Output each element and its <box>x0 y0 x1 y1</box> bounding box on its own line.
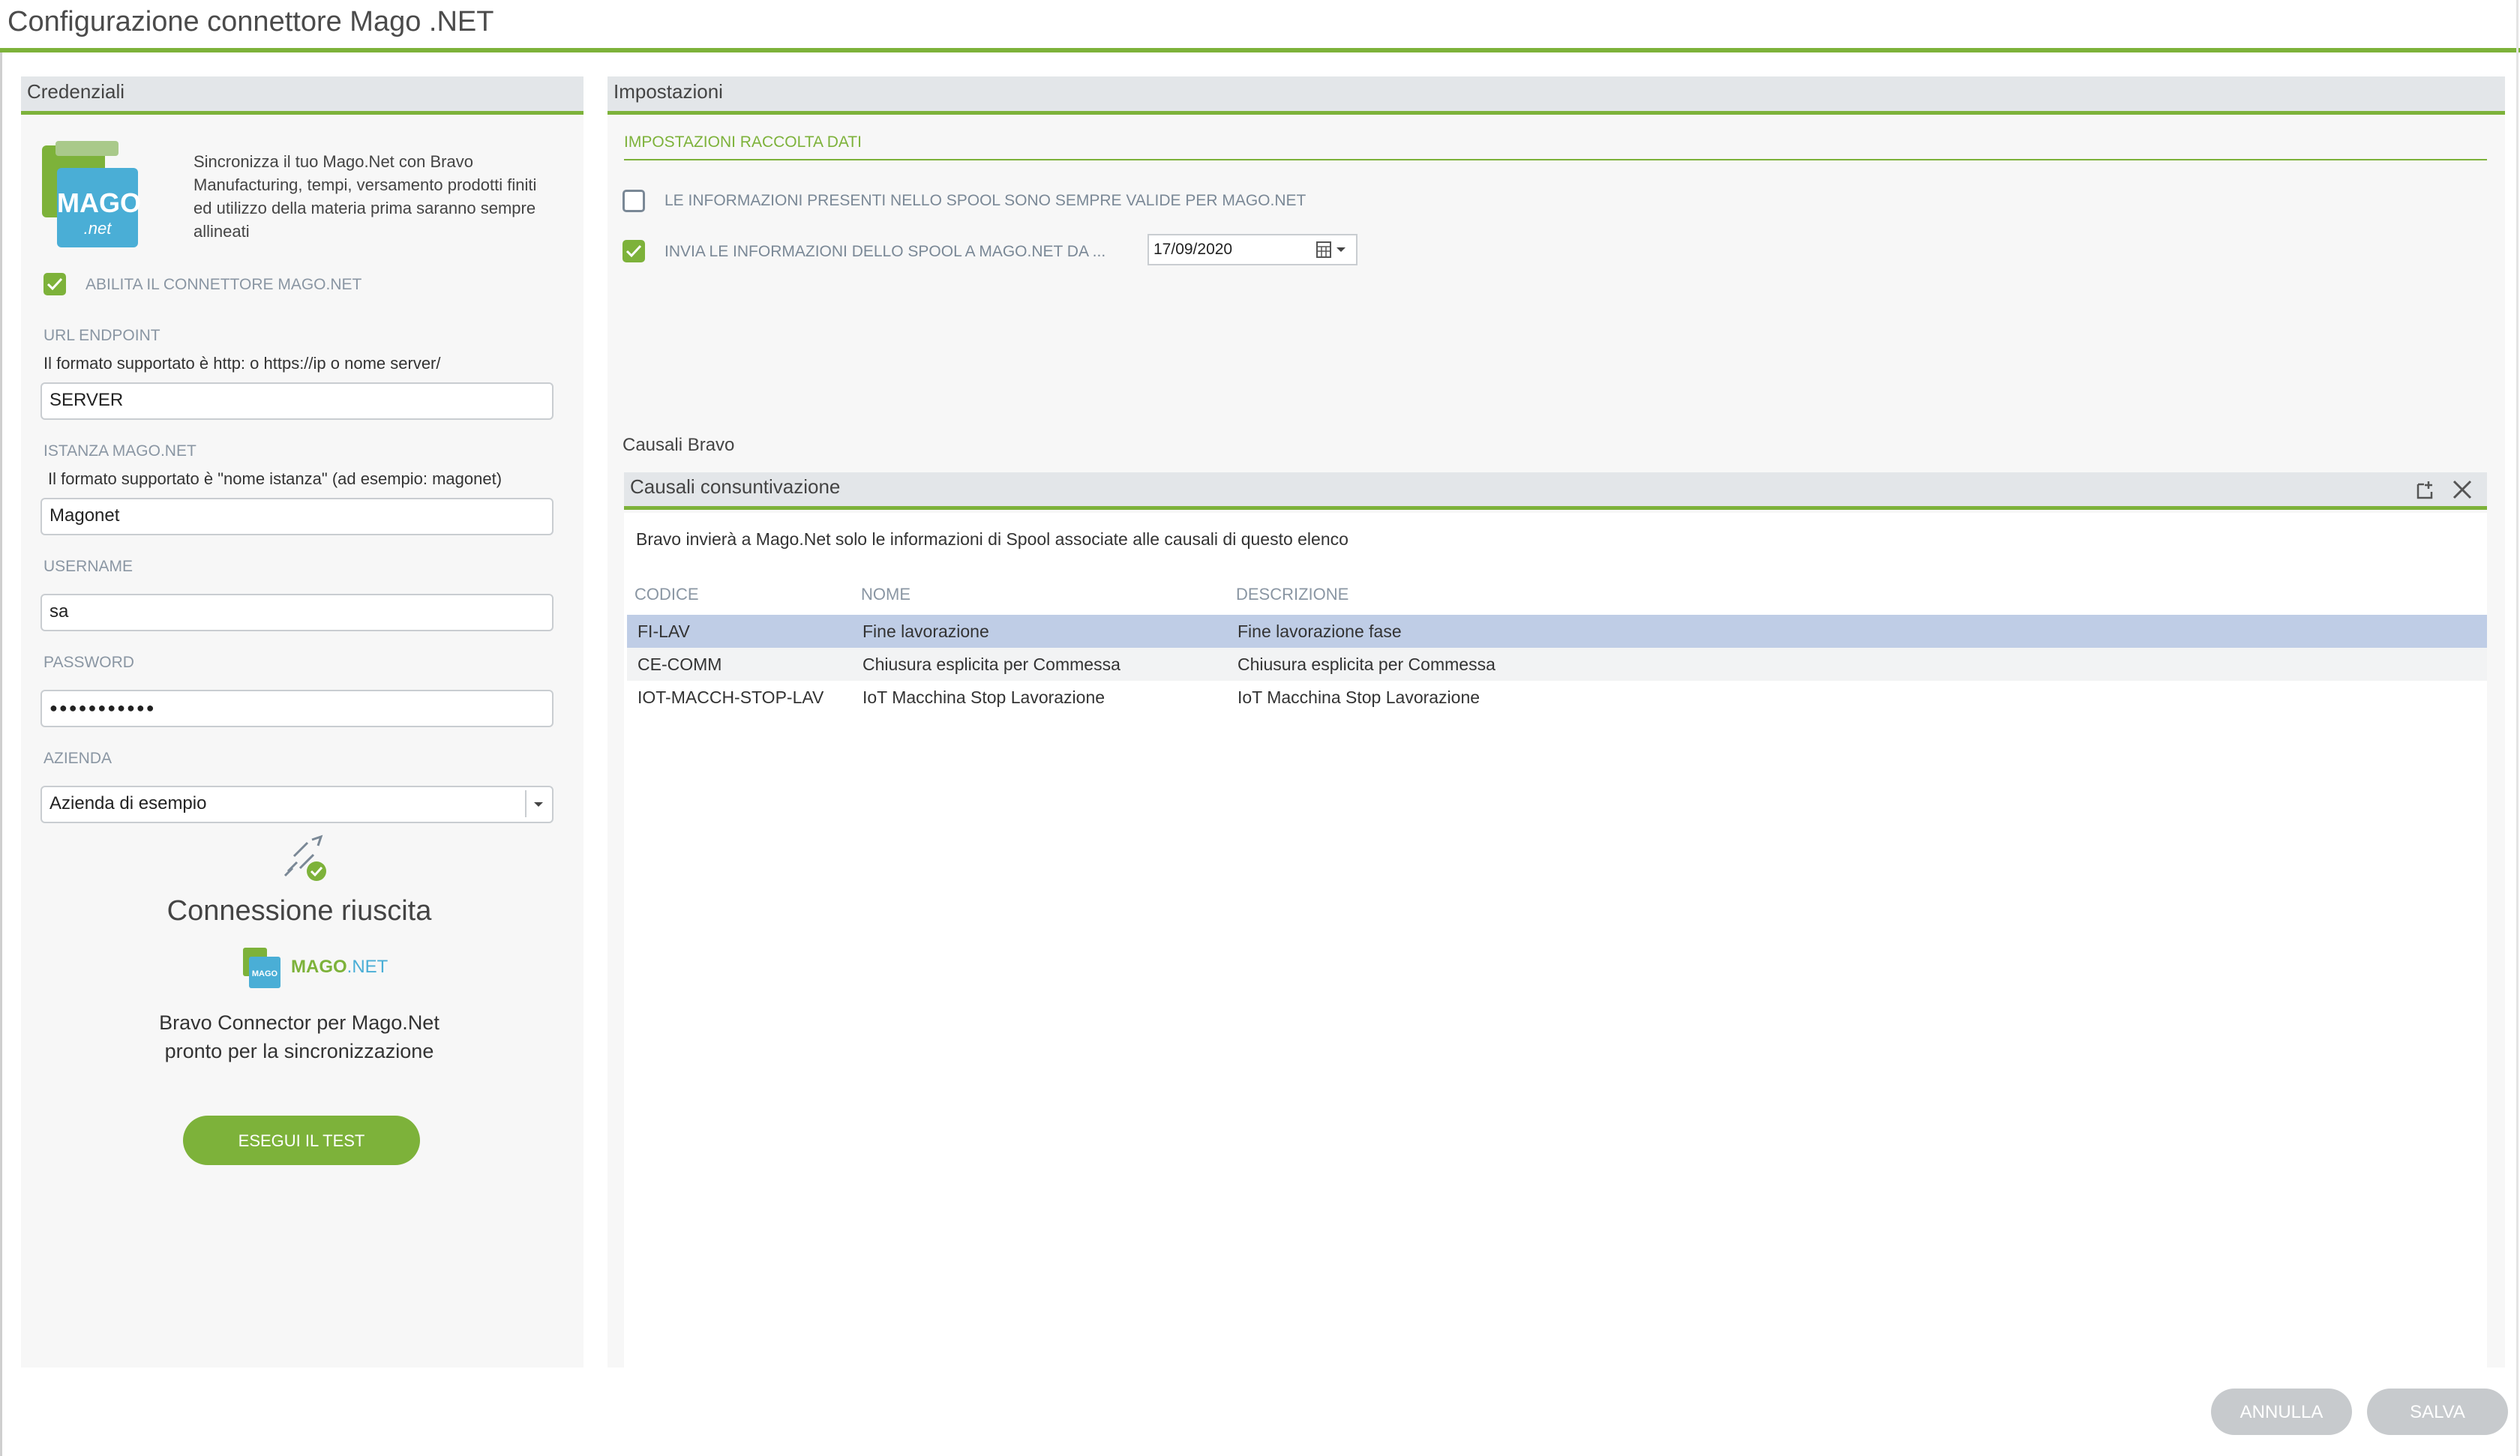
causali-grid-header <box>624 472 2487 510</box>
instance-hint: Il formato supportato è "nome istanza" (… <box>48 469 502 488</box>
mago-logo-text: MAGO <box>57 187 141 218</box>
row-code: CE-COMM <box>638 655 722 674</box>
column-header-code[interactable]: CODICE <box>634 585 699 604</box>
row-code: FI-LAV <box>638 622 690 641</box>
title-divider <box>0 48 2520 52</box>
mago-logo: MAGO .net <box>42 141 141 249</box>
calendar-dropdown-button[interactable] <box>1314 238 1353 261</box>
password-input[interactable]: ●●●●●●●●●●● <box>40 690 554 727</box>
enable-connector-label: ABILITA IL CONNETTORE MAGO.NET <box>86 276 362 293</box>
checkmark-icon <box>46 277 63 291</box>
row-name: Chiusura esplicita per Commessa <box>862 655 1120 674</box>
row-name: IoT Macchina Stop Lavorazione <box>862 688 1106 707</box>
data-collection-section-title: IMPOSTAZIONI RACCOLTA DATI <box>624 133 2487 160</box>
causali-description: Bravo invierà a Mago.Net solo le informa… <box>636 529 1348 549</box>
company-label: AZIENDA <box>44 750 112 767</box>
popout-icon <box>2416 481 2433 499</box>
cancel-button[interactable]: ANNULLA <box>2211 1389 2352 1435</box>
company-select-value: Azienda di esempio <box>50 793 207 813</box>
mago-small-logo-icon: MAGO <box>243 946 280 988</box>
mago-net-wordmark: MAGO.NET <box>291 957 388 978</box>
net-wordmark-part: .NET <box>346 957 388 977</box>
username-label: USERNAME <box>44 558 134 575</box>
send-spool-from-date-checkbox[interactable] <box>622 240 645 262</box>
svg-text:MAGO: MAGO <box>252 969 278 978</box>
url-endpoint-input[interactable]: SERVER <box>40 382 554 420</box>
instance-input[interactable]: Magonet <box>40 498 554 535</box>
spool-always-valid-checkbox[interactable] <box>622 190 645 212</box>
calendar-icon <box>1316 241 1346 258</box>
connection-success-title: Connessione riuscita <box>166 895 432 927</box>
close-icon <box>2452 480 2472 499</box>
chevron-down-icon <box>534 802 543 807</box>
popout-button[interactable] <box>2414 477 2439 502</box>
ready-line-2: pronto per la sincronizzazione <box>164 1040 434 1062</box>
checkmark-icon <box>626 244 642 258</box>
mago-logo-subtext: .net <box>83 219 112 238</box>
username-input[interactable]: sa <box>40 594 554 631</box>
credentials-panel-header: Credenziali <box>21 76 584 115</box>
causali-tab-label[interactable]: Causali Bravo <box>622 435 734 456</box>
window-title: Configurazione connettore Mago .NET <box>8 6 494 37</box>
company-select[interactable]: Azienda di esempio <box>40 786 554 823</box>
company-dropdown-button[interactable] <box>525 790 549 817</box>
table-row[interactable]: IOT-MACCH-STOP-LAV IoT Macchina Stop Lav… <box>627 681 2487 714</box>
connection-success-icon <box>278 834 328 883</box>
causali-grid-title: Causali consuntivazione <box>630 475 841 498</box>
password-label: PASSWORD <box>44 654 134 671</box>
ready-line-1: Bravo Connector per Mago.Net <box>159 1011 440 1034</box>
intro-text: Sincronizza il tuo Mago.Net con Bravo Ma… <box>194 152 537 241</box>
window-left-border <box>0 52 2 1456</box>
ready-message: Bravo Connector per Mago.Net pronto per … <box>21 1008 578 1065</box>
row-description: Chiusura esplicita per Commessa <box>1238 655 1496 674</box>
send-spool-from-date-label: INVIA LE INFORMAZIONI DELLO SPOOL A MAGO… <box>664 243 1106 260</box>
spool-always-valid-label: LE INFORMAZIONI PRESENTI NELLO SPOOL SON… <box>664 192 1306 209</box>
url-endpoint-label: URL ENDPOINT <box>44 327 160 344</box>
row-description: Fine lavorazione fase <box>1238 622 1402 641</box>
window-right-border <box>2516 0 2518 1456</box>
close-grid-button[interactable] <box>2450 477 2475 502</box>
enable-connector-checkbox[interactable] <box>44 273 66 295</box>
save-button[interactable]: SALVA <box>2367 1389 2508 1435</box>
instance-label: ISTANZA MAGO.NET <box>44 442 196 460</box>
row-description: IoT Macchina Stop Lavorazione <box>1238 688 1480 707</box>
column-header-description[interactable]: DESCRIZIONE <box>1236 585 1348 604</box>
run-test-button[interactable]: ESEGUI IL TEST <box>183 1116 420 1165</box>
mago-wordmark-part: MAGO <box>291 957 347 977</box>
row-name: Fine lavorazione <box>862 622 989 641</box>
column-header-name[interactable]: NOME <box>861 585 910 604</box>
settings-panel-header: Impostazioni <box>608 76 2505 115</box>
table-row[interactable]: FI-LAV Fine lavorazione Fine lavorazione… <box>627 615 2487 648</box>
row-code: IOT-MACCH-STOP-LAV <box>638 688 824 707</box>
table-row[interactable]: CE-COMM Chiusura esplicita per Commessa … <box>627 648 2487 681</box>
url-endpoint-hint: Il formato supportato è http: o https://… <box>44 354 441 373</box>
